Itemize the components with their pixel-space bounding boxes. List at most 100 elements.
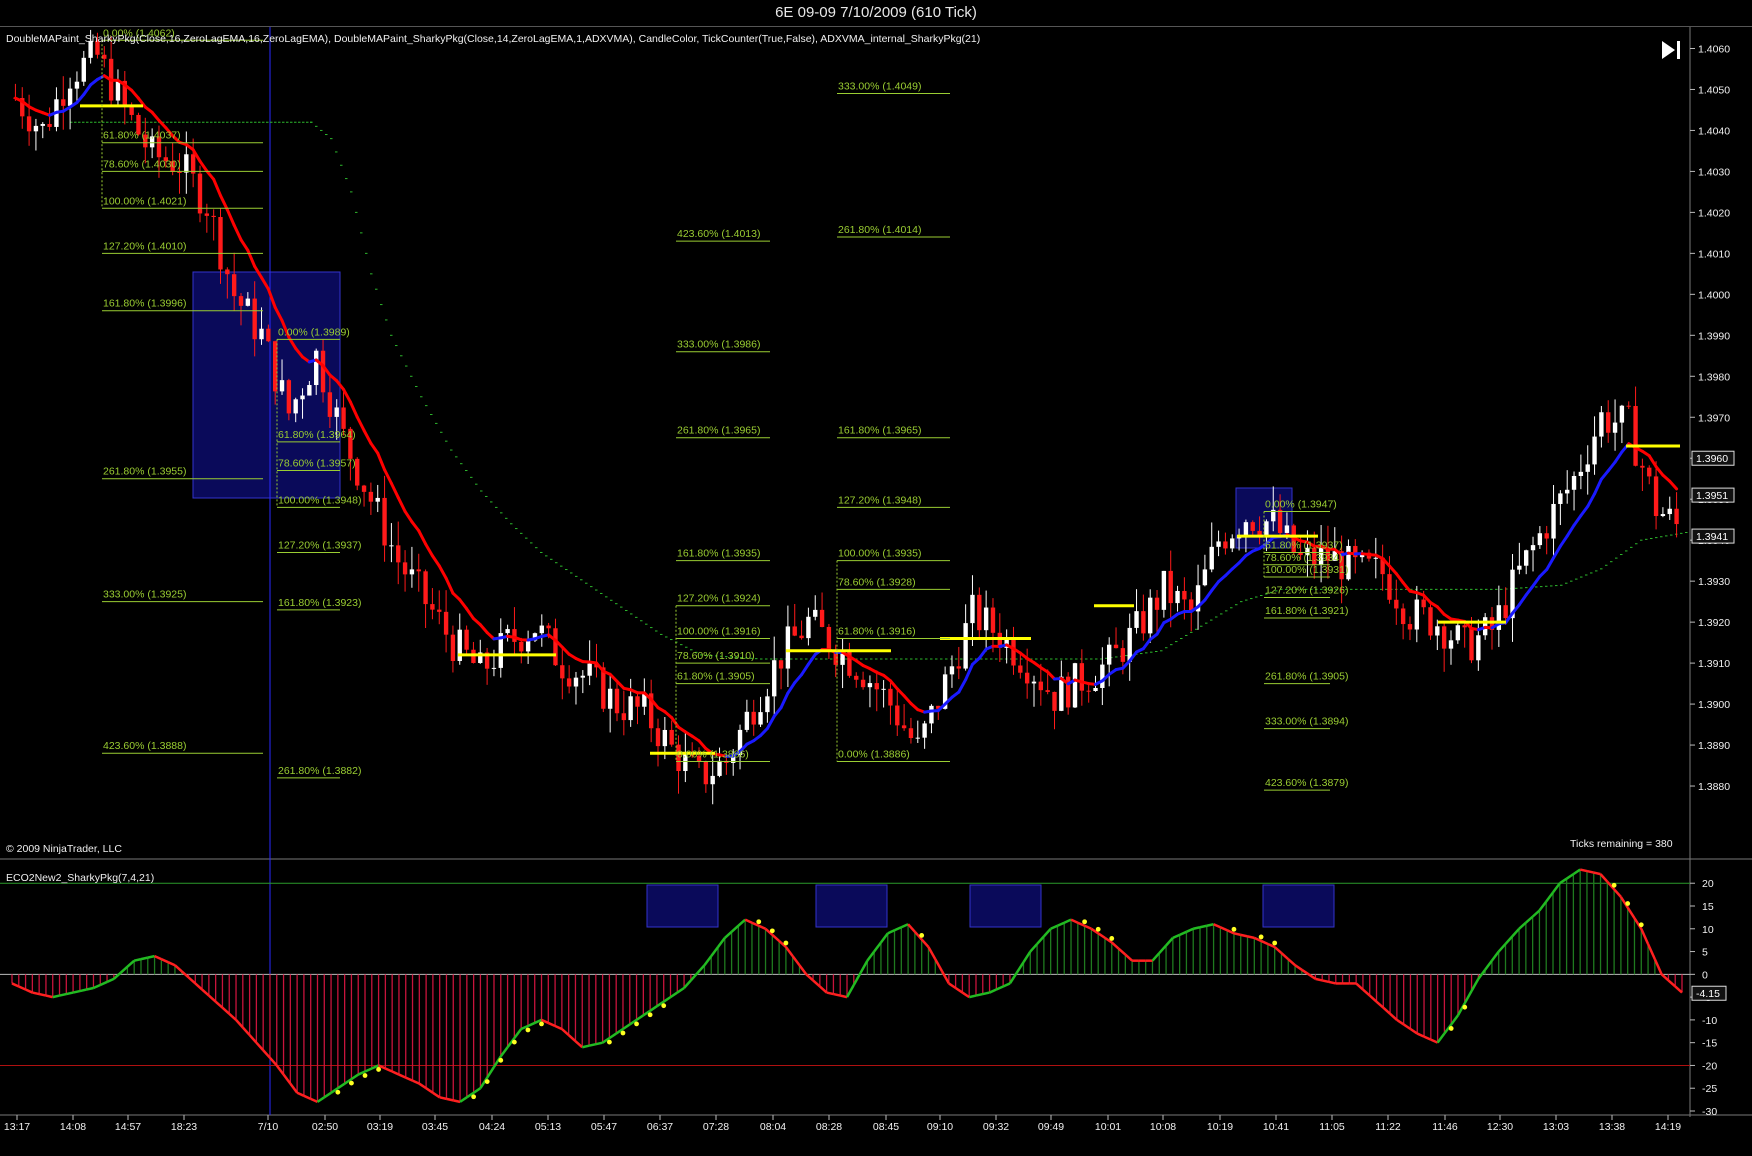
copyright-text: © 2009 NinjaTrader, LLC xyxy=(6,843,122,855)
candle-down xyxy=(238,296,244,306)
osc-line-segment xyxy=(940,970,950,985)
candle-up xyxy=(74,81,80,89)
candle-down xyxy=(1640,465,1645,468)
candle-down xyxy=(1018,665,1023,673)
candle-up xyxy=(915,737,920,739)
osc-signal-dot xyxy=(362,1073,368,1078)
candle-up xyxy=(1592,436,1597,465)
fib-level-label: 127.20% (1.4010) xyxy=(103,240,186,252)
osc-line-segment xyxy=(1470,978,1480,992)
candle-down xyxy=(614,688,620,714)
moving-average-segment xyxy=(957,678,968,694)
fib-level-label: 333.00% (1.3925) xyxy=(103,589,186,601)
fib-level-label: 61.80% (1.3964) xyxy=(278,429,356,441)
candle-up xyxy=(813,609,818,617)
candle-down xyxy=(1428,607,1433,636)
candle-up xyxy=(539,625,544,634)
osc-line-segment xyxy=(11,982,20,988)
osc-line-segment xyxy=(446,1097,454,1102)
fib-level-label: 0.00% (1.3886) xyxy=(677,748,749,760)
candle-down xyxy=(1469,627,1474,661)
osc-line-segment xyxy=(1423,1035,1432,1041)
candle-down xyxy=(47,123,52,127)
osc-line-segment xyxy=(839,994,848,999)
osc-line-segment xyxy=(791,955,801,966)
candle-down xyxy=(1052,691,1057,711)
candle-up xyxy=(525,640,531,652)
osc-line-segment xyxy=(1084,924,1092,930)
osc-line-segment xyxy=(1389,1012,1398,1021)
fib-level-label: 161.80% (1.3935) xyxy=(677,548,760,560)
fib-level-label: 127.20% (1.3924) xyxy=(677,593,760,605)
osc-line-segment xyxy=(989,988,997,994)
osc-line-segment xyxy=(241,1026,251,1036)
osc-line-segment xyxy=(1593,871,1601,876)
osc-line-segment xyxy=(486,1066,496,1079)
candle-up xyxy=(314,350,319,386)
osc-line-segment xyxy=(72,989,81,994)
osc-line-segment xyxy=(1179,930,1187,936)
osc-line-segment xyxy=(214,1000,224,1009)
candle-up xyxy=(1059,676,1064,711)
candle-up xyxy=(1517,565,1522,570)
osc-line-segment xyxy=(1463,990,1473,1004)
osc-line-segment xyxy=(1315,977,1323,982)
osc-line-segment xyxy=(703,955,713,966)
osc-line-segment xyxy=(92,983,101,990)
candle-down xyxy=(464,629,469,650)
osc-signal-dot xyxy=(606,1039,612,1045)
candle-down xyxy=(1154,597,1160,610)
osc-line-segment xyxy=(106,977,115,984)
moving-average-segment xyxy=(444,576,455,595)
candle-up xyxy=(1537,533,1543,546)
osc-line-segment xyxy=(1301,968,1310,976)
moving-average-segment xyxy=(157,118,168,130)
y-tick-label: 1.3900 xyxy=(1698,699,1730,711)
osc-line-segment xyxy=(894,926,902,932)
candle-up xyxy=(1175,590,1180,604)
osc-line-segment xyxy=(1294,964,1303,971)
candle-down xyxy=(1141,611,1146,634)
osc-line-segment xyxy=(439,1096,447,1101)
osc-line-segment xyxy=(459,1096,468,1103)
osc-line-segment xyxy=(1559,877,1568,885)
candle-up xyxy=(1448,640,1454,649)
osc-line-segment xyxy=(1518,921,1527,930)
moving-average-segment xyxy=(348,400,359,419)
osc-line-segment xyxy=(1070,918,1079,924)
moving-average-segment xyxy=(376,451,387,472)
osc-line-segment xyxy=(119,965,129,974)
moving-average-segment xyxy=(1552,544,1562,560)
candle-up xyxy=(963,623,968,669)
candle-up xyxy=(1216,541,1221,547)
osc-line-segment xyxy=(1436,1032,1446,1044)
osc-signal-dot xyxy=(1095,926,1101,932)
osc-line-segment xyxy=(235,1019,244,1029)
x-tick-label: 09:10 xyxy=(927,1121,953,1133)
candle-up xyxy=(1524,550,1529,566)
candle-down xyxy=(416,569,421,572)
moving-average-segment xyxy=(977,647,988,660)
candle-down xyxy=(211,215,216,218)
candle-down xyxy=(1544,533,1549,539)
osc-signal-dot xyxy=(783,940,789,946)
osc-line-segment xyxy=(900,923,909,929)
moving-average-segment xyxy=(219,194,229,212)
x-tick-label: 03:19 xyxy=(367,1121,393,1133)
candle-down xyxy=(402,562,408,575)
candle-up xyxy=(587,663,592,676)
y-tick-label: 1.4010 xyxy=(1698,248,1730,260)
osc-line-segment xyxy=(126,959,136,968)
play-to-end-icon[interactable] xyxy=(1662,41,1680,59)
moving-average-segment xyxy=(424,542,434,558)
candle-down xyxy=(1674,508,1679,525)
moving-average-segment xyxy=(239,238,250,252)
candle-up xyxy=(867,683,873,688)
candle-down xyxy=(519,641,524,652)
osc-y-tick-label: 20 xyxy=(1702,878,1714,890)
fib-level-label: 127.20% (1.3948) xyxy=(838,494,921,506)
candle-down xyxy=(1277,509,1283,533)
osc-signal-dot xyxy=(1625,901,1631,906)
osc-line-segment xyxy=(1233,932,1242,937)
osc-line-segment xyxy=(1280,952,1290,961)
